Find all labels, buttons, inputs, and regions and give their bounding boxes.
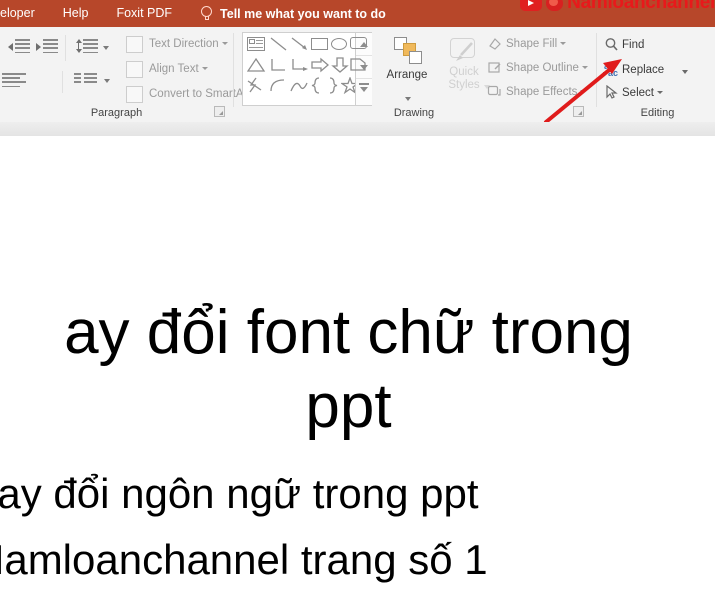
- arrow-line-shape[interactable]: [290, 36, 310, 52]
- quick-styles-button[interactable]: Quick Styles: [437, 33, 491, 92]
- tell-me-box[interactable]: Tell me what you want to do: [200, 6, 386, 21]
- convert-smartart-icon[interactable]: [126, 86, 143, 103]
- line-shape[interactable]: [269, 36, 289, 52]
- arrange-label: Arrange: [386, 69, 428, 81]
- right-brace-shape[interactable]: [327, 77, 339, 94]
- align-text-icon[interactable]: [126, 61, 143, 78]
- tab-foxit-pdf[interactable]: Foxit PDF: [102, 0, 186, 27]
- decrease-indent-icon[interactable]: [8, 39, 30, 55]
- triangle-shape[interactable]: [247, 57, 266, 73]
- find-label[interactable]: Find: [622, 39, 644, 51]
- pentagon-shape-2[interactable]: [349, 56, 368, 72]
- text-direction-icon[interactable]: [126, 36, 143, 53]
- slide-body-line-2: Namloanchannel trang số 1: [0, 536, 488, 583]
- oval-shape[interactable]: [331, 38, 347, 50]
- slide-area-divider: [0, 122, 715, 137]
- rounded-rectangle-shape-2[interactable]: [350, 37, 367, 49]
- slide-body-text[interactable]: hay đổi ngôn ngữ trong ppt Namloanchanne…: [0, 461, 707, 593]
- arrange-icon: [394, 37, 422, 65]
- group-label-editing: Editing: [640, 107, 675, 119]
- heart-icon: [546, 0, 564, 11]
- replace-label[interactable]: Replace: [622, 64, 664, 76]
- text-direction-label[interactable]: Text Direction: [149, 38, 228, 50]
- shape-effects-icon[interactable]: [487, 84, 502, 99]
- replace-ab-ac-icon[interactable]: ab ac: [603, 61, 621, 78]
- arrange-button[interactable]: Arrange: [380, 33, 434, 101]
- left-brace-shape[interactable]: [311, 77, 323, 94]
- shape-fill-icon[interactable]: [487, 36, 502, 51]
- shape-outline-icon[interactable]: [487, 60, 502, 75]
- line-spacing-icon[interactable]: [74, 39, 98, 55]
- shape-fill-label[interactable]: Shape Fill: [506, 38, 567, 50]
- more-shapes-arrow[interactable]: [356, 79, 372, 102]
- slide-canvas[interactable]: ay đổi font chữ trong ppt hay đổi ngôn n…: [0, 136, 715, 598]
- ribbon-tab-bar: eloper Help Foxit PDF Tell me what you w…: [0, 0, 715, 27]
- select-cursor-icon[interactable]: [605, 85, 618, 100]
- ribbon: Text Direction Align Text Convert to Sma…: [0, 27, 715, 123]
- down-arrow-shape[interactable]: [331, 57, 350, 73]
- drawing-dialog-launcher[interactable]: [573, 106, 584, 117]
- quick-styles-icon: [450, 37, 480, 67]
- align-left-icon[interactable]: [2, 73, 26, 88]
- lightbulb-icon: [200, 6, 213, 21]
- youtube-play-icon: [520, 0, 543, 11]
- align-text-label[interactable]: Align Text: [149, 63, 208, 75]
- slide-body-line-1: hay đổi ngôn ngữ trong ppt: [0, 470, 479, 517]
- tell-me-label: Tell me what you want to do: [220, 6, 386, 21]
- quick-styles-label-2: Styles: [448, 79, 480, 91]
- ribbon-group-editing: Find ab ac Replace Select Editing: [600, 27, 715, 122]
- group-label-drawing: Drawing: [393, 107, 435, 119]
- select-label[interactable]: Select: [622, 87, 663, 99]
- rectangle-shape[interactable]: [311, 38, 328, 50]
- ribbon-group-drawing: Arrange Quick Styles Shape Fill Shape Ou…: [234, 27, 594, 122]
- channel-watermark: Namloanchannel: [520, 0, 715, 13]
- shape-effects-label[interactable]: Shape Effects: [506, 86, 587, 98]
- right-arrow-shape[interactable]: [311, 57, 330, 73]
- elbow-connector-shape[interactable]: [269, 57, 288, 73]
- ribbon-group-paragraph: Text Direction Align Text Convert to Sma…: [0, 27, 260, 122]
- lightning-shape[interactable]: [247, 77, 266, 94]
- elbow-arrow-shape[interactable]: [290, 57, 309, 73]
- curve-shape[interactable]: [290, 77, 309, 94]
- tab-developer[interactable]: eloper: [0, 0, 49, 27]
- group-label-paragraph: Paragraph: [90, 107, 143, 119]
- increase-indent-icon[interactable]: [36, 39, 58, 55]
- columns-icon[interactable]: [74, 73, 98, 87]
- find-magnifier-icon[interactable]: [604, 37, 619, 52]
- tab-help[interactable]: Help: [49, 0, 103, 27]
- slide-title-text[interactable]: ay đổi font chữ trong ppt: [0, 296, 715, 444]
- textbox-shape[interactable]: [247, 37, 265, 51]
- arc-shape[interactable]: [269, 77, 288, 94]
- shape-outline-label[interactable]: Shape Outline: [506, 62, 588, 74]
- paragraph-dialog-launcher[interactable]: [214, 106, 225, 117]
- watermark-text: Namloanchannel: [567, 0, 715, 13]
